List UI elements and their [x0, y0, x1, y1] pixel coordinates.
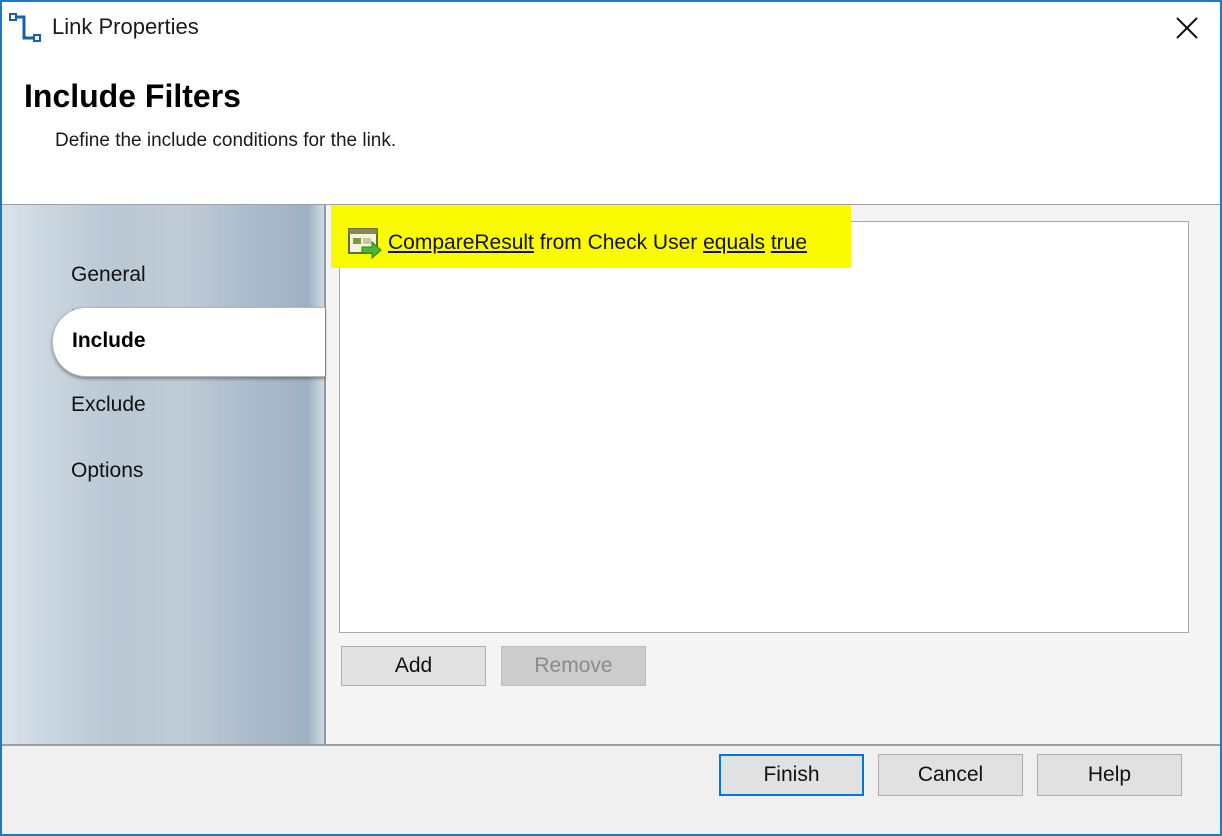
sidebar-item-label: Include: [72, 329, 146, 352]
filter-source-text: from Check User: [533, 231, 704, 254]
cancel-button[interactable]: Cancel: [878, 754, 1023, 796]
finish-button[interactable]: Finish: [719, 754, 864, 796]
footer: Finish Cancel Help: [2, 746, 1220, 834]
list-item[interactable]: CompareResult from Check User equals tru…: [348, 225, 807, 261]
filter-condition-icon: [348, 228, 382, 259]
close-button[interactable]: [1164, 8, 1210, 48]
include-filters-list[interactable]: [339, 221, 1189, 633]
sidebar-item-general[interactable]: General: [71, 263, 146, 287]
sidebar-item-options[interactable]: Options: [71, 459, 143, 483]
remove-button[interactable]: Remove: [501, 646, 646, 686]
close-icon: [1176, 17, 1198, 39]
sidebar: General Include Exclude Options: [2, 205, 326, 744]
add-button[interactable]: Add: [341, 646, 486, 686]
page-subtitle: Define the include conditions for the li…: [55, 130, 397, 151]
help-button[interactable]: Help: [1037, 754, 1182, 796]
page-title: Include Filters: [24, 78, 241, 114]
sidebar-item-exclude[interactable]: Exclude: [71, 393, 146, 417]
main-panel: General Include Exclude Options CompareR…: [2, 205, 1220, 744]
window-title: Link Properties: [52, 14, 199, 39]
link-properties-dialog: Link Properties Include Filters Define t…: [0, 0, 1222, 836]
title-bar: Link Properties: [2, 2, 1220, 52]
link-icon: [9, 13, 41, 42]
filter-value-link[interactable]: true: [771, 231, 807, 255]
filter-field-link[interactable]: CompareResult: [388, 231, 534, 255]
filter-operator-link[interactable]: equals: [703, 231, 765, 255]
sidebar-item-include[interactable]: Include: [52, 307, 325, 377]
